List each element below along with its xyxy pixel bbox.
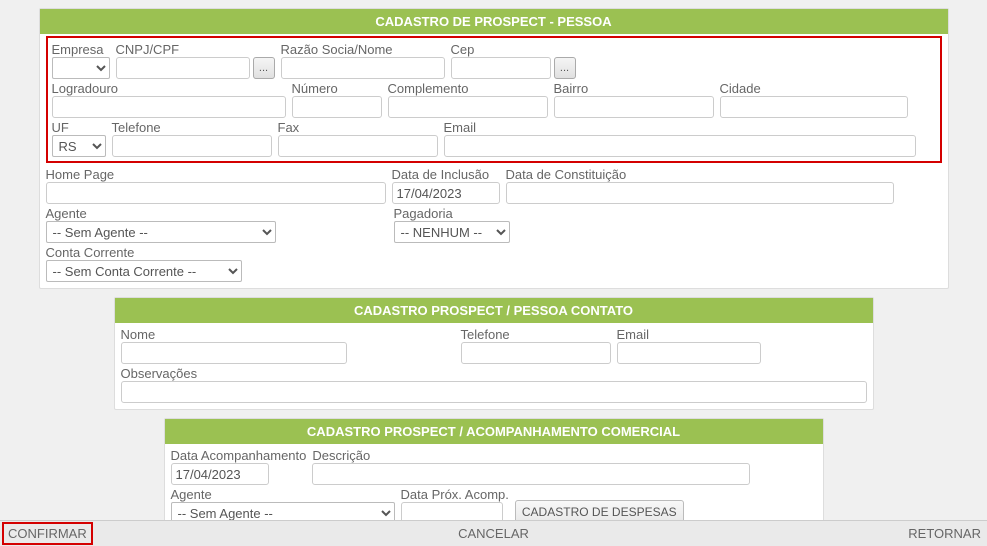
- label-complemento: Complemento: [388, 81, 548, 96]
- retornar-button[interactable]: RETORNAR: [908, 526, 981, 541]
- label-obs: Observações: [121, 366, 867, 381]
- label-fax: Fax: [278, 120, 438, 135]
- label-a-prox: Data Próx. Acomp.: [401, 487, 509, 502]
- input-cidade[interactable]: [720, 96, 908, 118]
- input-data-inclusao[interactable]: [392, 182, 500, 204]
- panel-contato: CADASTRO PROSPECT / PESSOA CONTATO Nome …: [114, 297, 874, 410]
- input-homepage[interactable]: [46, 182, 386, 204]
- input-razao[interactable]: [281, 57, 445, 79]
- label-telefone: Telefone: [112, 120, 272, 135]
- input-data-const[interactable]: [506, 182, 894, 204]
- bottom-bar: CONFIRMAR CANCELAR RETORNAR: [0, 520, 987, 546]
- input-telefone[interactable]: [112, 135, 272, 157]
- input-c-nome[interactable]: [121, 342, 347, 364]
- input-obs[interactable]: [121, 381, 867, 403]
- input-bairro[interactable]: [554, 96, 714, 118]
- label-a-desc: Descrição: [312, 448, 816, 463]
- label-c-nome: Nome: [121, 327, 347, 342]
- input-a-desc[interactable]: [312, 463, 750, 485]
- input-fax[interactable]: [278, 135, 438, 157]
- confirmar-button[interactable]: CONFIRMAR: [2, 522, 93, 545]
- label-agente: Agente: [46, 206, 276, 221]
- select-empresa[interactable]: [52, 57, 110, 79]
- select-agente[interactable]: -- Sem Agente --: [46, 221, 276, 243]
- select-pagadoria[interactable]: -- NENHUM --: [394, 221, 510, 243]
- label-homepage: Home Page: [46, 167, 386, 182]
- label-cidade: Cidade: [720, 81, 908, 96]
- required-fields-box: Empresa CNPJ/CPF ... Razão Socia/Nome: [46, 36, 942, 163]
- input-complemento[interactable]: [388, 96, 548, 118]
- cancelar-button[interactable]: CANCELAR: [458, 526, 529, 541]
- input-c-email[interactable]: [617, 342, 761, 364]
- header-contato: CADASTRO PROSPECT / PESSOA CONTATO: [115, 298, 873, 323]
- label-c-email: Email: [617, 327, 761, 342]
- header-acomp: CADASTRO PROSPECT / ACOMPANHAMENTO COMER…: [165, 419, 823, 444]
- label-email: Email: [444, 120, 916, 135]
- input-c-telefone[interactable]: [461, 342, 611, 364]
- input-logradouro[interactable]: [52, 96, 286, 118]
- label-cep: Cep: [451, 42, 576, 57]
- label-a-agente: Agente: [171, 487, 395, 502]
- input-cnpj[interactable]: [116, 57, 250, 79]
- input-numero[interactable]: [292, 96, 382, 118]
- lookup-cnpj-button[interactable]: ...: [253, 57, 275, 79]
- label-pagadoria: Pagadoria: [394, 206, 510, 221]
- label-data-inclusao: Data de Inclusão: [392, 167, 500, 182]
- select-uf[interactable]: RS: [52, 135, 106, 157]
- label-numero: Número: [292, 81, 382, 96]
- lookup-cep-button[interactable]: ...: [554, 57, 576, 79]
- panel-acomp: CADASTRO PROSPECT / ACOMPANHAMENTO COMER…: [164, 418, 824, 527]
- label-empresa: Empresa: [52, 42, 110, 57]
- label-uf: UF: [52, 120, 106, 135]
- label-cnpj: CNPJ/CPF: [116, 42, 275, 57]
- label-a-data: Data Acompanhamento: [171, 448, 307, 463]
- header-pessoa: CADASTRO DE PROSPECT - PESSOA: [40, 9, 948, 34]
- input-a-data[interactable]: [171, 463, 269, 485]
- label-bairro: Bairro: [554, 81, 714, 96]
- label-data-const: Data de Constituição: [506, 167, 894, 182]
- label-conta: Conta Corrente: [46, 245, 242, 260]
- label-logradouro: Logradouro: [52, 81, 286, 96]
- label-razao: Razão Socia/Nome: [281, 42, 445, 57]
- panel-pessoa: CADASTRO DE PROSPECT - PESSOA Empresa CN…: [39, 8, 949, 289]
- input-cep[interactable]: [451, 57, 551, 79]
- label-c-telefone: Telefone: [461, 327, 611, 342]
- select-conta[interactable]: -- Sem Conta Corrente --: [46, 260, 242, 282]
- input-email[interactable]: [444, 135, 916, 157]
